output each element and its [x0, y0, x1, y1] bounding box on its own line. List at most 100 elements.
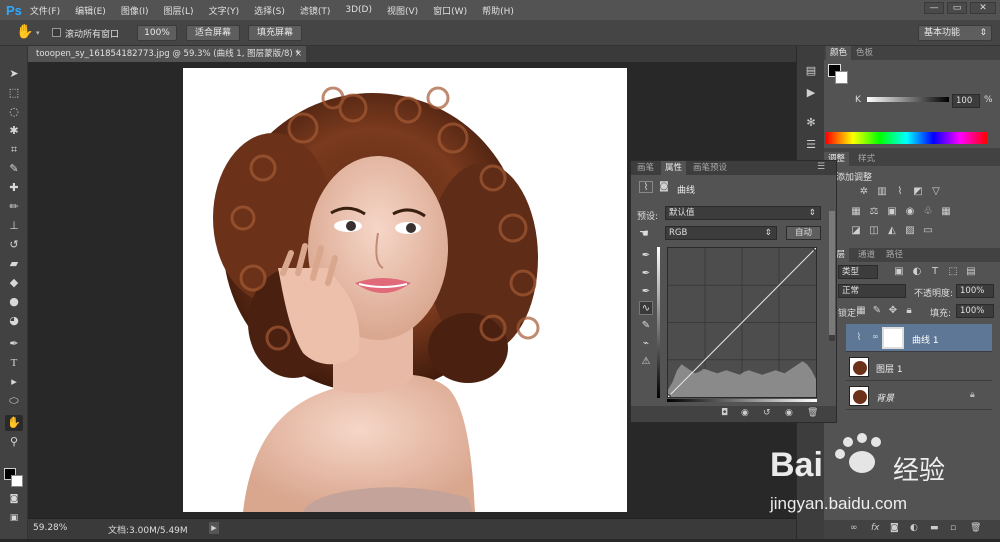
- menu-layer[interactable]: 图层(L): [164, 4, 194, 17]
- document-tab[interactable]: tooopen_sy_161854182773.jpg @ 59.3% (曲线 …: [28, 46, 306, 62]
- adjust-panel-icon[interactable]: ✻: [801, 114, 821, 132]
- menu-select[interactable]: 选择(S): [254, 4, 285, 17]
- menu-image[interactable]: 图像(I): [121, 4, 149, 17]
- gray-point-eyedropper-icon[interactable]: ✒: [639, 267, 653, 281]
- history-panel-icon[interactable]: ▤: [801, 62, 821, 80]
- tab-color[interactable]: 颜色: [826, 46, 852, 60]
- channel-select[interactable]: RGB ⇕: [665, 226, 777, 240]
- bw-adjust-icon[interactable]: ▣: [885, 206, 899, 218]
- brush-panel-icon[interactable]: ☰: [801, 136, 821, 154]
- magic-wand-tool-icon[interactable]: ✱: [5, 123, 23, 139]
- clip-to-layer-icon[interactable]: ◘: [721, 408, 728, 418]
- reset-icon[interactable]: ↺: [763, 408, 771, 418]
- hand-tool-icon[interactable]: ✋: [5, 415, 23, 431]
- posterize-adjust-icon[interactable]: ◫: [867, 225, 881, 237]
- delete-adjustment-icon[interactable]: 🗑︎: [807, 408, 818, 418]
- background-color-chip[interactable]: [835, 71, 848, 84]
- white-point-eyedropper-icon[interactable]: ✒: [639, 285, 653, 299]
- layer-kind-filter[interactable]: 类型: [838, 265, 878, 279]
- fx-button[interactable]: fx: [871, 523, 880, 533]
- close-tab-icon[interactable]: ×: [295, 46, 302, 62]
- visibility-eye-icon[interactable]: ◉: [785, 408, 793, 418]
- clone-stamp-tool-icon[interactable]: ⊥: [5, 218, 23, 234]
- lock-all-icon[interactable]: 🔒︎: [902, 305, 916, 317]
- tab-swatches[interactable]: 色板: [852, 46, 877, 60]
- view-previous-icon[interactable]: ◉: [741, 408, 749, 418]
- new-layer-icon[interactable]: ▫: [950, 523, 956, 533]
- k-value-input[interactable]: 100: [952, 94, 980, 108]
- black-point-eyedropper-icon[interactable]: ✒: [639, 249, 653, 263]
- tab-channels[interactable]: 通道: [854, 248, 879, 262]
- lock-transparent-icon[interactable]: ▦: [854, 305, 868, 317]
- hand-tool-icon[interactable]: ✋: [16, 24, 33, 40]
- pen-tool-icon[interactable]: ✒: [5, 336, 23, 352]
- gradient-adjust-icon[interactable]: ▭: [921, 225, 935, 237]
- blend-mode-select[interactable]: 正常: [838, 284, 906, 298]
- vibrance-adjust-icon[interactable]: ▦: [849, 206, 863, 218]
- opacity-input[interactable]: 100%: [956, 284, 994, 298]
- brightness-adjust-icon[interactable]: ✲: [857, 186, 871, 198]
- move-tool-icon[interactable]: ➤: [5, 66, 23, 82]
- mask-properties-icon[interactable]: ◙: [657, 181, 671, 193]
- gradient-map-adjust-icon[interactable]: ▽: [929, 186, 943, 198]
- tool-preset-dropdown-icon[interactable]: ▾: [36, 29, 40, 37]
- invert-adjust-icon[interactable]: ◪: [849, 225, 863, 237]
- properties-scrollbar[interactable]: [829, 211, 835, 341]
- filter-pixel-icon[interactable]: ▣: [892, 266, 906, 278]
- tab-properties[interactable]: 属性: [661, 161, 687, 175]
- brush-tool-icon[interactable]: ✏: [5, 199, 23, 215]
- lock-move-icon[interactable]: ✥: [886, 305, 900, 317]
- menu-edit[interactable]: 编辑(E): [75, 4, 106, 17]
- quick-mask-icon[interactable]: ◙: [5, 491, 23, 507]
- preset-select[interactable]: 默认值 ⇕: [665, 206, 821, 220]
- screen-mode-icon[interactable]: ▣: [5, 510, 23, 526]
- tab-styles[interactable]: 样式: [854, 152, 879, 166]
- actions-panel-icon[interactable]: ▶: [801, 84, 821, 102]
- layer-mask-thumbnail[interactable]: [882, 327, 904, 349]
- zoom-level[interactable]: 59.28%: [33, 523, 67, 533]
- eyedropper-tool-icon[interactable]: ✎: [5, 161, 23, 177]
- lasso-tool-icon[interactable]: ◌: [5, 104, 23, 120]
- color-lookup-adjust-icon[interactable]: ▦: [939, 206, 953, 218]
- curve-graph[interactable]: [665, 245, 819, 400]
- channel-mixer-adjust-icon[interactable]: ♧: [921, 206, 935, 218]
- document-canvas[interactable]: [183, 68, 627, 512]
- threshold-adjust-icon[interactable]: ◭: [885, 225, 899, 237]
- fill-screen-button[interactable]: 填充屏幕: [248, 25, 302, 41]
- minimize-button[interactable]: —: [924, 2, 944, 14]
- selective-color-adjust-icon[interactable]: ▨: [903, 225, 917, 237]
- ellipse-tool-icon[interactable]: ⬭: [5, 393, 23, 409]
- target-adjust-hand-icon[interactable]: ☚: [639, 227, 649, 240]
- tab-brush[interactable]: 画笔: [633, 161, 658, 175]
- balance-adjust-icon[interactable]: ⚖: [867, 206, 881, 218]
- filter-smart-icon[interactable]: ▤: [964, 266, 978, 278]
- dodge-tool-icon[interactable]: ◕: [5, 313, 23, 329]
- filter-type-icon[interactable]: T: [928, 266, 942, 278]
- layer-row-layer1[interactable]: 图层 1: [846, 353, 992, 381]
- exposure-adjust-icon[interactable]: ◩: [911, 186, 925, 198]
- pencil-curve-icon[interactable]: ✎: [639, 319, 653, 333]
- curve-point[interactable]: [813, 245, 819, 251]
- menu-window[interactable]: 窗口(W): [433, 4, 467, 17]
- tab-brush-presets[interactable]: 画笔预设: [689, 161, 731, 175]
- blur-tool-icon[interactable]: ●: [5, 294, 23, 310]
- crop-tool-icon[interactable]: ⌗: [5, 142, 23, 158]
- tab-paths[interactable]: 路径: [882, 248, 907, 262]
- fill-input[interactable]: 100%: [956, 304, 994, 318]
- auto-button[interactable]: 自动: [786, 226, 821, 240]
- clipping-warning-icon[interactable]: ⚠: [639, 355, 653, 369]
- new-adjustment-icon[interactable]: ◐: [910, 523, 918, 533]
- type-tool-icon[interactable]: T: [5, 355, 23, 371]
- menu-3d[interactable]: 3D(D): [345, 5, 372, 15]
- layer-name[interactable]: 图层 1: [876, 362, 903, 375]
- path-selection-tool-icon[interactable]: ▸: [5, 374, 23, 390]
- color-spectrum-bar[interactable]: [826, 132, 987, 144]
- scroll-all-checkbox[interactable]: [52, 28, 61, 37]
- background-color-swatch[interactable]: [11, 475, 23, 487]
- menu-type[interactable]: 文字(Y): [209, 4, 240, 17]
- filter-shape-icon[interactable]: ⬚: [946, 266, 960, 278]
- filter-adjust-icon[interactable]: ◐: [910, 266, 924, 278]
- k-slider-track[interactable]: [867, 97, 949, 102]
- restore-button[interactable]: ▭: [947, 2, 967, 14]
- menu-file[interactable]: 文件(F): [30, 4, 60, 17]
